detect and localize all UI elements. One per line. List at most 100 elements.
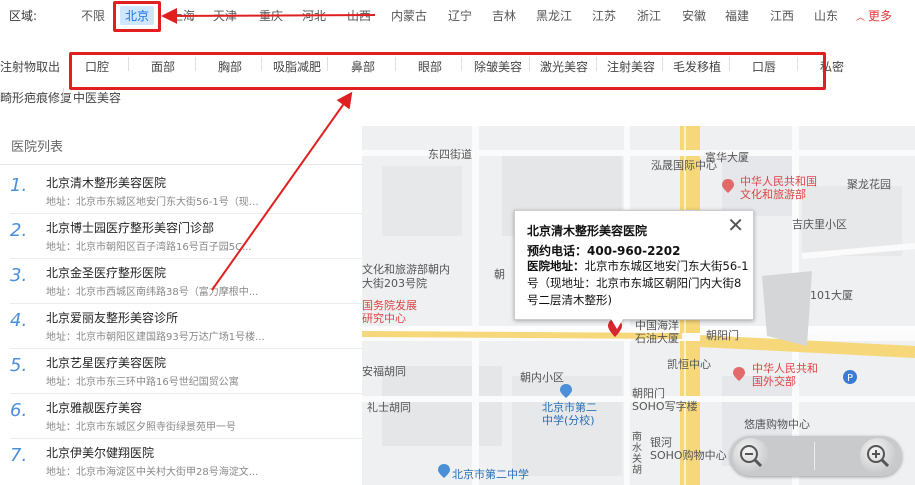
- zoom-divider: [814, 442, 815, 470]
- hospital-list-item[interactable]: 5. 北京艺星医疗美容医院 地址：北京市东三环中路16号世纪国贸公寓: [0, 349, 362, 394]
- hospital-address: 地址：北京市东三环中路16号世纪国贸公寓: [46, 377, 239, 388]
- map-label: 国务院发展 研究中心: [362, 299, 417, 325]
- zoom-out-icon: [740, 445, 763, 468]
- category-lips[interactable]: 口唇: [752, 58, 776, 75]
- region-item-jiangsu[interactable]: 江苏: [592, 7, 616, 24]
- hospital-info-popup: ✕ 北京清木整形美容医院 预约电话：400-960-2202 医院地址：北京市东…: [514, 210, 754, 320]
- zoom-in-button[interactable]: [860, 438, 896, 474]
- divider: [0, 164, 362, 165]
- hospital-address: 地址：北京市朝阳区百子湾路16号百子园5C...: [46, 242, 252, 253]
- category-divider: [662, 57, 663, 71]
- category-liposuction[interactable]: 吸脂减肥: [273, 58, 321, 75]
- svg-text:P: P: [847, 373, 853, 384]
- region-item-fujian[interactable]: 福建: [725, 7, 749, 24]
- category-chest[interactable]: 胸部: [218, 58, 242, 75]
- hospital-list-item[interactable]: 7. 北京伊美尔健翔医院 地址：北京市海淀区中关村大街甲28号海淀文...: [0, 439, 362, 484]
- map-label: 朝: [494, 268, 505, 281]
- category-laser[interactable]: 激光美容: [540, 58, 588, 75]
- map-label: 北京市第二中学: [452, 468, 529, 481]
- category-divider: [128, 57, 129, 71]
- category-eyes[interactable]: 眼部: [418, 58, 442, 75]
- map-label: 礼士胡同: [367, 401, 411, 414]
- map-label: 富华大厦: [705, 151, 749, 164]
- map-label: 南 水 关 胡: [632, 432, 642, 476]
- hospital-address: 地址：北京市东城区地安门东大街56-1号（现地...: [46, 197, 268, 208]
- category-injection-removal[interactable]: 注射物取出: [0, 58, 60, 75]
- category-oral[interactable]: 口腔: [85, 58, 109, 75]
- region-item-anhui[interactable]: 安徽: [682, 7, 706, 24]
- region-filter-row: 区域: 不限 北京 上海 天津 重庆 河北 山西 内蒙古 辽宁 吉林 黑龙江 江…: [0, 0, 915, 34]
- hospital-name[interactable]: 北京伊美尔健翔医院: [46, 444, 154, 461]
- category-row-1: 注射物取出 口腔 面部 胸部 吸脂减肥 鼻部 眼部 除皱美容 激光美容 注射美容…: [0, 52, 915, 80]
- category-divider: [596, 57, 597, 71]
- hospital-list-item[interactable]: 4. 北京爱丽友整形美容诊所 地址：北京市朝阳区建国路93号万达广场1号楼...: [0, 304, 362, 349]
- map-label: 文化和旅游部朝内 大街203号院: [362, 263, 450, 290]
- category-hair-transplant[interactable]: 毛发移植: [673, 58, 721, 75]
- hospital-name[interactable]: 北京博士园医疗整形美容门诊部: [46, 219, 214, 236]
- region-item-beijing[interactable]: 北京: [120, 6, 155, 25]
- hospital-list-panel: 医院列表 1. 北京清木整形美容医院 地址：北京市东城区地安门东大街56-1号（…: [0, 126, 362, 485]
- hospital-index: 6.: [10, 400, 28, 421]
- map-label: 凯恒中心: [667, 358, 711, 371]
- hospital-index: 2.: [10, 220, 28, 241]
- zoom-in-icon: [867, 445, 890, 468]
- more-label: 更多: [868, 9, 893, 23]
- school-icon: [438, 464, 450, 478]
- region-item-liaoning[interactable]: 辽宁: [448, 7, 472, 24]
- hospital-list-item[interactable]: 2. 北京博士园医疗整形美容门诊部 地址：北京市朝阳区百子湾路16号百子园5C.…: [0, 214, 362, 259]
- category-face[interactable]: 面部: [151, 58, 175, 75]
- popup-address: 医院地址：北京市东城区地安门东大街56-1号（现地址：北京市东城区朝阳门内大街8…: [527, 258, 749, 309]
- region-item-unlimited[interactable]: 不限: [81, 7, 105, 24]
- category-wrinkle[interactable]: 除皱美容: [474, 58, 522, 75]
- more-button[interactable]: ︿ 更多: [856, 7, 892, 24]
- address-label: 医院地址：: [527, 259, 585, 273]
- category-nose[interactable]: 鼻部: [351, 58, 375, 75]
- region-item-hebei[interactable]: 河北: [302, 7, 326, 24]
- hospital-name[interactable]: 北京爱丽友整形美容诊所: [46, 309, 178, 326]
- hospital-name[interactable]: 北京清木整形美容医院: [46, 174, 166, 191]
- category-divider: [797, 57, 798, 71]
- popup-title: 北京清木整形美容医院: [527, 224, 648, 238]
- hospital-name[interactable]: 北京雅靓医疗美容: [46, 399, 142, 416]
- chevron-up-icon: ︿: [856, 13, 866, 23]
- category-divider: [261, 57, 262, 71]
- hospital-address: 地址：北京市西城区南纬路38号（富力摩根中...: [46, 287, 259, 298]
- region-item-jilin[interactable]: 吉林: [492, 7, 516, 24]
- region-item-neimenggu[interactable]: 内蒙古: [391, 7, 427, 24]
- hospital-address: 地址：北京市东城区夕照寺街绿景苑甲一号: [46, 422, 236, 433]
- hospital-list-item[interactable]: 6. 北京雅靓医疗美容 地址：北京市东城区夕照寺街绿景苑甲一号: [0, 394, 362, 439]
- region-item-tianjin[interactable]: 天津: [213, 7, 237, 24]
- region-item-chongqing[interactable]: 重庆: [259, 7, 283, 24]
- category-divider: [729, 57, 730, 71]
- hospital-index: 4.: [10, 310, 28, 331]
- hospital-list-item[interactable]: 3. 北京金圣医疗整形医院 地址：北京市西城区南纬路38号（富力摩根中...: [0, 259, 362, 304]
- category-divider: [529, 57, 530, 71]
- category-private[interactable]: 私密: [820, 58, 844, 75]
- region-item-shandong[interactable]: 山东: [814, 7, 838, 24]
- hospital-list-item[interactable]: 1. 北京清木整形美容医院 地址：北京市东城区地安门东大街56-1号（现地...: [0, 169, 362, 214]
- map-label: 聚龙花园: [847, 178, 891, 191]
- map-label: 朝阳门: [706, 329, 739, 342]
- region-item-jiangxi[interactable]: 江西: [770, 7, 794, 24]
- phone-number[interactable]: 400-960-2202: [587, 244, 680, 258]
- map-label: 吉庆里小区: [792, 218, 847, 231]
- category-injection[interactable]: 注射美容: [607, 58, 655, 75]
- close-icon[interactable]: ✕: [727, 213, 744, 237]
- region-item-shanghai[interactable]: 上海: [171, 7, 195, 24]
- hospital-index: 5.: [10, 355, 28, 376]
- hospital-address: 地址：北京市海淀区中关村大街甲28号海淀文...: [46, 467, 259, 478]
- category-tcm[interactable]: 中医美容: [73, 89, 121, 106]
- zoom-out-button[interactable]: [733, 438, 769, 474]
- map-label: 安福胡同: [362, 365, 406, 378]
- poi-pin-icon: [733, 367, 745, 381]
- category-row-2: 畸形疤痕修复 中医美容: [0, 83, 915, 111]
- school-icon: [560, 384, 572, 398]
- region-item-shanxi[interactable]: 山西: [347, 7, 371, 24]
- hospital-name[interactable]: 北京艺星医疗美容医院: [46, 354, 166, 371]
- category-divider: [195, 57, 196, 71]
- map-label: 中华人民共和国 文化和旅游部: [740, 175, 817, 201]
- region-item-zhejiang[interactable]: 浙江: [637, 7, 661, 24]
- region-item-heilongjiang[interactable]: 黑龙江: [536, 7, 572, 24]
- category-scar-repair[interactable]: 畸形疤痕修复: [0, 89, 72, 106]
- hospital-name[interactable]: 北京金圣医疗整形医院: [46, 264, 166, 281]
